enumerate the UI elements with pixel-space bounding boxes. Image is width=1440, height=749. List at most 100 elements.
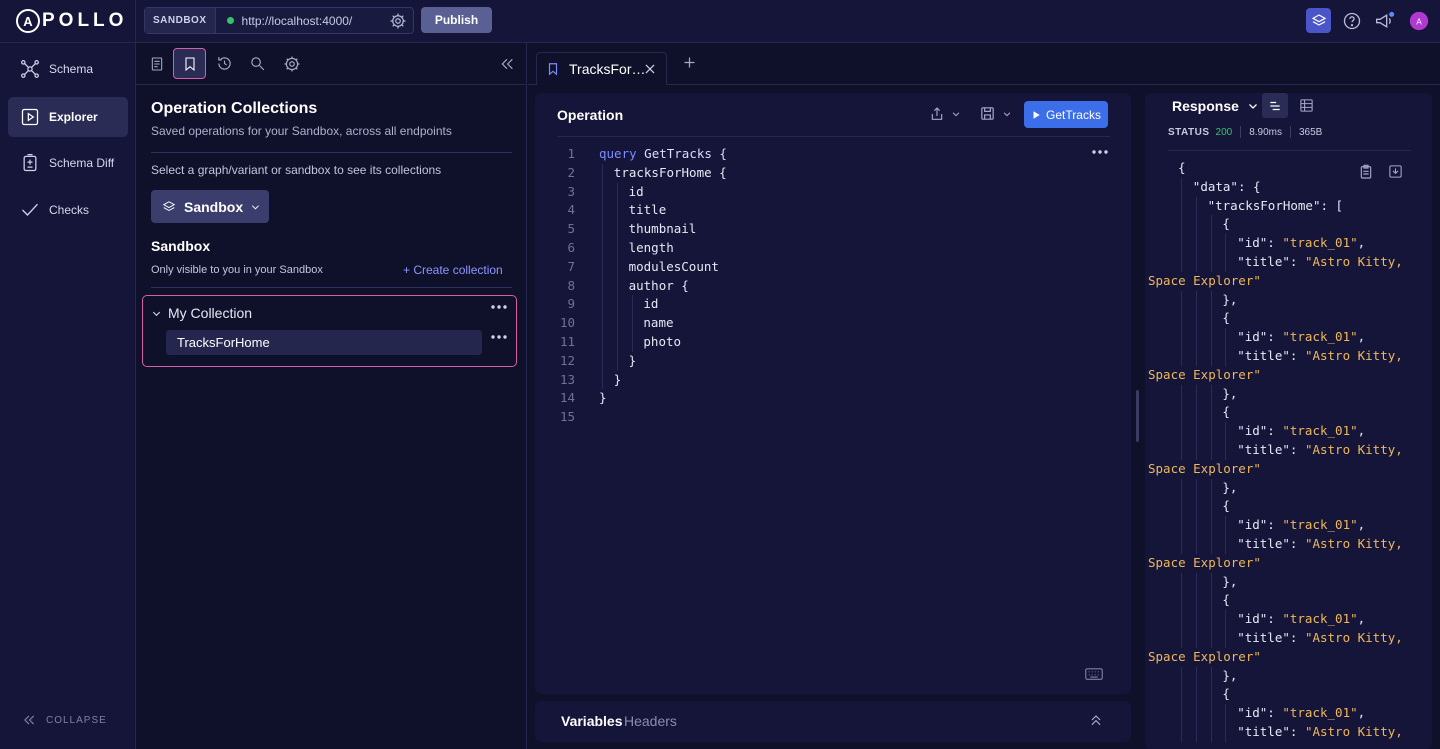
panel-resize-handle[interactable] — [1136, 390, 1139, 442]
announcements-megaphone-icon[interactable] — [1374, 10, 1396, 32]
indent-guide — [1225, 610, 1227, 629]
tab-variables[interactable]: Variables — [561, 713, 623, 729]
nav-item-label: Schema Diff — [49, 156, 115, 170]
tab-headers[interactable]: Headers — [624, 713, 677, 729]
indent-guide — [1225, 628, 1227, 648]
expand-chevron-up-icon[interactable] — [1089, 713, 1103, 727]
indent-guide — [1210, 516, 1212, 535]
share-icon[interactable] — [929, 106, 945, 122]
json-key: "data" — [1192, 178, 1238, 194]
saved-operation-item[interactable]: TracksForHome — [166, 330, 482, 355]
tab-collections[interactable] — [173, 48, 206, 79]
endpoint-url[interactable]: http://localhost:4000/ — [242, 14, 389, 28]
operation-code-editor[interactable]: 1 query GetTracks {2 tracksForHome {3 id 4 ti… — [535, 145, 1095, 427]
json-key: "id" — [1237, 611, 1268, 627]
sandbox-switcher-icon[interactable] — [1306, 8, 1331, 33]
code-text: } — [575, 370, 621, 390]
bookmark-icon — [184, 56, 195, 71]
tab-tracksforhome[interactable]: TracksFor… — [536, 52, 667, 85]
indent-guide — [616, 314, 618, 333]
help-icon[interactable] — [1341, 10, 1363, 32]
more-horizontal-icon — [491, 305, 507, 309]
operation-toolbar — [929, 105, 1012, 122]
save-chevron-down-icon[interactable] — [1002, 109, 1012, 119]
close-icon[interactable] — [643, 62, 657, 76]
endpoint-input[interactable]: SANDBOX http://localhost:4000/ — [144, 7, 414, 34]
add-tab-plus-icon[interactable] — [682, 55, 697, 70]
json-punctuation: { — [1222, 310, 1230, 326]
indent-guide — [631, 314, 633, 333]
indent-guide — [1210, 610, 1212, 629]
collection-more-icon[interactable] — [490, 304, 508, 310]
collection-header[interactable]: My Collection — [151, 305, 252, 321]
nav-item-checks[interactable]: Checks — [8, 190, 128, 230]
user-avatar[interactable]: A — [1408, 10, 1430, 32]
collapse-sidebar-button[interactable] — [490, 48, 523, 79]
json-line: "title": "Astro Kitty, — [1178, 722, 1423, 742]
json-punctuation: , — [1357, 329, 1366, 345]
editor-tab-bar: TracksFor… — [528, 43, 1440, 85]
indent-guide — [602, 257, 603, 277]
json-punctuation: : { — [1237, 178, 1261, 194]
tab-documentation[interactable] — [140, 48, 173, 79]
line-number: 1 — [567, 146, 575, 161]
indent-guide — [1181, 478, 1182, 498]
code-line: 5 thumbnail — [535, 220, 1095, 239]
indent-guide — [1210, 722, 1212, 742]
json-punctuation: : — [1289, 253, 1305, 269]
indent-guide — [1195, 628, 1197, 648]
collapse-nav-button[interactable]: COLLAPSE — [22, 713, 107, 727]
tab-settings[interactable] — [275, 48, 308, 79]
nav-item-schema[interactable]: Schema — [8, 49, 128, 89]
response-selector[interactable]: Response — [1172, 98, 1259, 114]
response-size: 365B — [1299, 126, 1323, 138]
share-chevron-down-icon[interactable] — [951, 109, 961, 119]
json-line: { — [1178, 215, 1423, 235]
run-operation-button[interactable]: GetTracks — [1024, 101, 1108, 128]
indent-guide — [1181, 704, 1182, 723]
table-view-toggle[interactable] — [1293, 93, 1319, 118]
keyboard-shortcuts-icon[interactable] — [1085, 668, 1103, 680]
indent-guide — [1210, 346, 1212, 366]
indent-guide — [1225, 252, 1227, 272]
line-number: 11 — [559, 333, 575, 349]
connection-settings-gear-icon[interactable] — [389, 12, 407, 30]
json-punctuation: , — [1357, 235, 1366, 251]
indent-guide — [1210, 704, 1212, 723]
json-view-toggle[interactable] — [1262, 93, 1288, 118]
indent-guide — [1210, 290, 1212, 310]
nav-item-schema-diff[interactable]: Schema Diff — [8, 143, 128, 183]
nav-item-label: Schema — [49, 62, 94, 76]
graph-variant-dropdown[interactable]: Sandbox — [151, 190, 269, 223]
json-punctuation: { — [1222, 592, 1230, 608]
operation-more-icon[interactable] — [490, 334, 508, 340]
json-line: Space Explorer" — [1148, 554, 1423, 573]
response-title: Response — [1172, 98, 1239, 114]
line-number: 7 — [567, 258, 575, 274]
indent-guide — [1195, 234, 1197, 253]
publish-button[interactable]: Publish — [421, 7, 492, 33]
nav-item-explorer[interactable]: Explorer — [8, 97, 128, 137]
code-line: 12} — [535, 351, 1095, 371]
create-collection-button[interactable]: + Create collection — [403, 263, 503, 277]
divider — [1290, 126, 1291, 138]
indent-guide — [602, 201, 603, 221]
json-punctuation: , — [1357, 423, 1366, 439]
indent-guide — [1181, 309, 1182, 329]
code-line: 15 — [535, 408, 1095, 427]
indent-guide — [1181, 572, 1182, 592]
code-line: 3 id — [535, 182, 1095, 202]
save-icon[interactable] — [979, 105, 996, 122]
json-line: "title": "Astro Kitty, — [1178, 252, 1423, 272]
divider — [557, 136, 1110, 137]
tab-history[interactable] — [208, 48, 241, 79]
response-time: 8.90ms — [1249, 126, 1282, 138]
indent-guide — [1210, 403, 1212, 423]
code-text: query GetTracks { — [575, 145, 727, 164]
json-punctuation: : — [1289, 347, 1305, 363]
line-number: 6 — [567, 239, 575, 255]
apollo-logo[interactable]: A POLLO — [16, 8, 127, 34]
tab-search[interactable] — [241, 48, 274, 79]
indent-guide — [1225, 234, 1227, 253]
response-json-viewer[interactable]: {"data": {"tracksForHome": [{"id": "trac… — [1148, 159, 1423, 742]
